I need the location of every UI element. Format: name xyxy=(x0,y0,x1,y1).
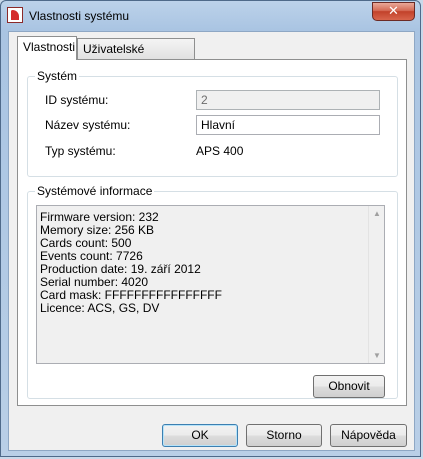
system-type-label: Typ systému: xyxy=(45,144,116,158)
system-type-value: APS 400 xyxy=(196,144,244,158)
refresh-button[interactable]: Obnovit xyxy=(313,375,385,398)
system-info-textbox[interactable]: Firmware version: 232 Memory size: 256 K… xyxy=(36,205,385,364)
dialog-client-area: Vlastnosti Uživatelské události Systém I… xyxy=(8,31,415,451)
ok-button[interactable]: OK xyxy=(162,424,238,447)
system-group: Systém ID systému: 2 Název systému: Hlav… xyxy=(27,69,398,177)
tab-panel: Systém ID systému: 2 Název systému: Hlav… xyxy=(17,59,407,406)
system-group-legend: Systém xyxy=(35,69,80,83)
system-name-label: Název systému: xyxy=(45,118,131,132)
cancel-button[interactable]: Storno xyxy=(246,424,322,447)
tab-vlastnosti[interactable]: Vlastnosti xyxy=(17,36,77,60)
info-scrollbar[interactable]: ▲ ▼ xyxy=(368,206,384,363)
app-icon xyxy=(7,7,23,23)
system-name-field[interactable]: Hlavní xyxy=(196,115,380,135)
system-info-group: Systémové informace Firmware version: 23… xyxy=(27,184,398,399)
system-info-group-legend: Systémové informace xyxy=(35,184,155,198)
dialog-window: Vlastnosti systému ✕ Vlastnosti Uživatel… xyxy=(0,0,421,457)
window-title: Vlastnosti systému xyxy=(29,9,130,23)
info-line: Licence: ACS, GS, DV xyxy=(40,301,160,315)
tab-uzivatelske-udalosti[interactable]: Uživatelské události xyxy=(77,38,195,76)
close-icon: ✕ xyxy=(388,3,399,18)
system-id-field: 2 xyxy=(196,90,380,110)
title-bar[interactable]: Vlastnosti systému ✕ xyxy=(1,1,420,31)
system-id-label: ID systému: xyxy=(45,93,109,107)
scroll-up-icon[interactable]: ▲ xyxy=(373,209,381,218)
help-button[interactable]: Nápověda xyxy=(330,424,407,447)
close-button[interactable]: ✕ xyxy=(372,2,415,21)
scroll-down-icon[interactable]: ▼ xyxy=(373,351,381,360)
